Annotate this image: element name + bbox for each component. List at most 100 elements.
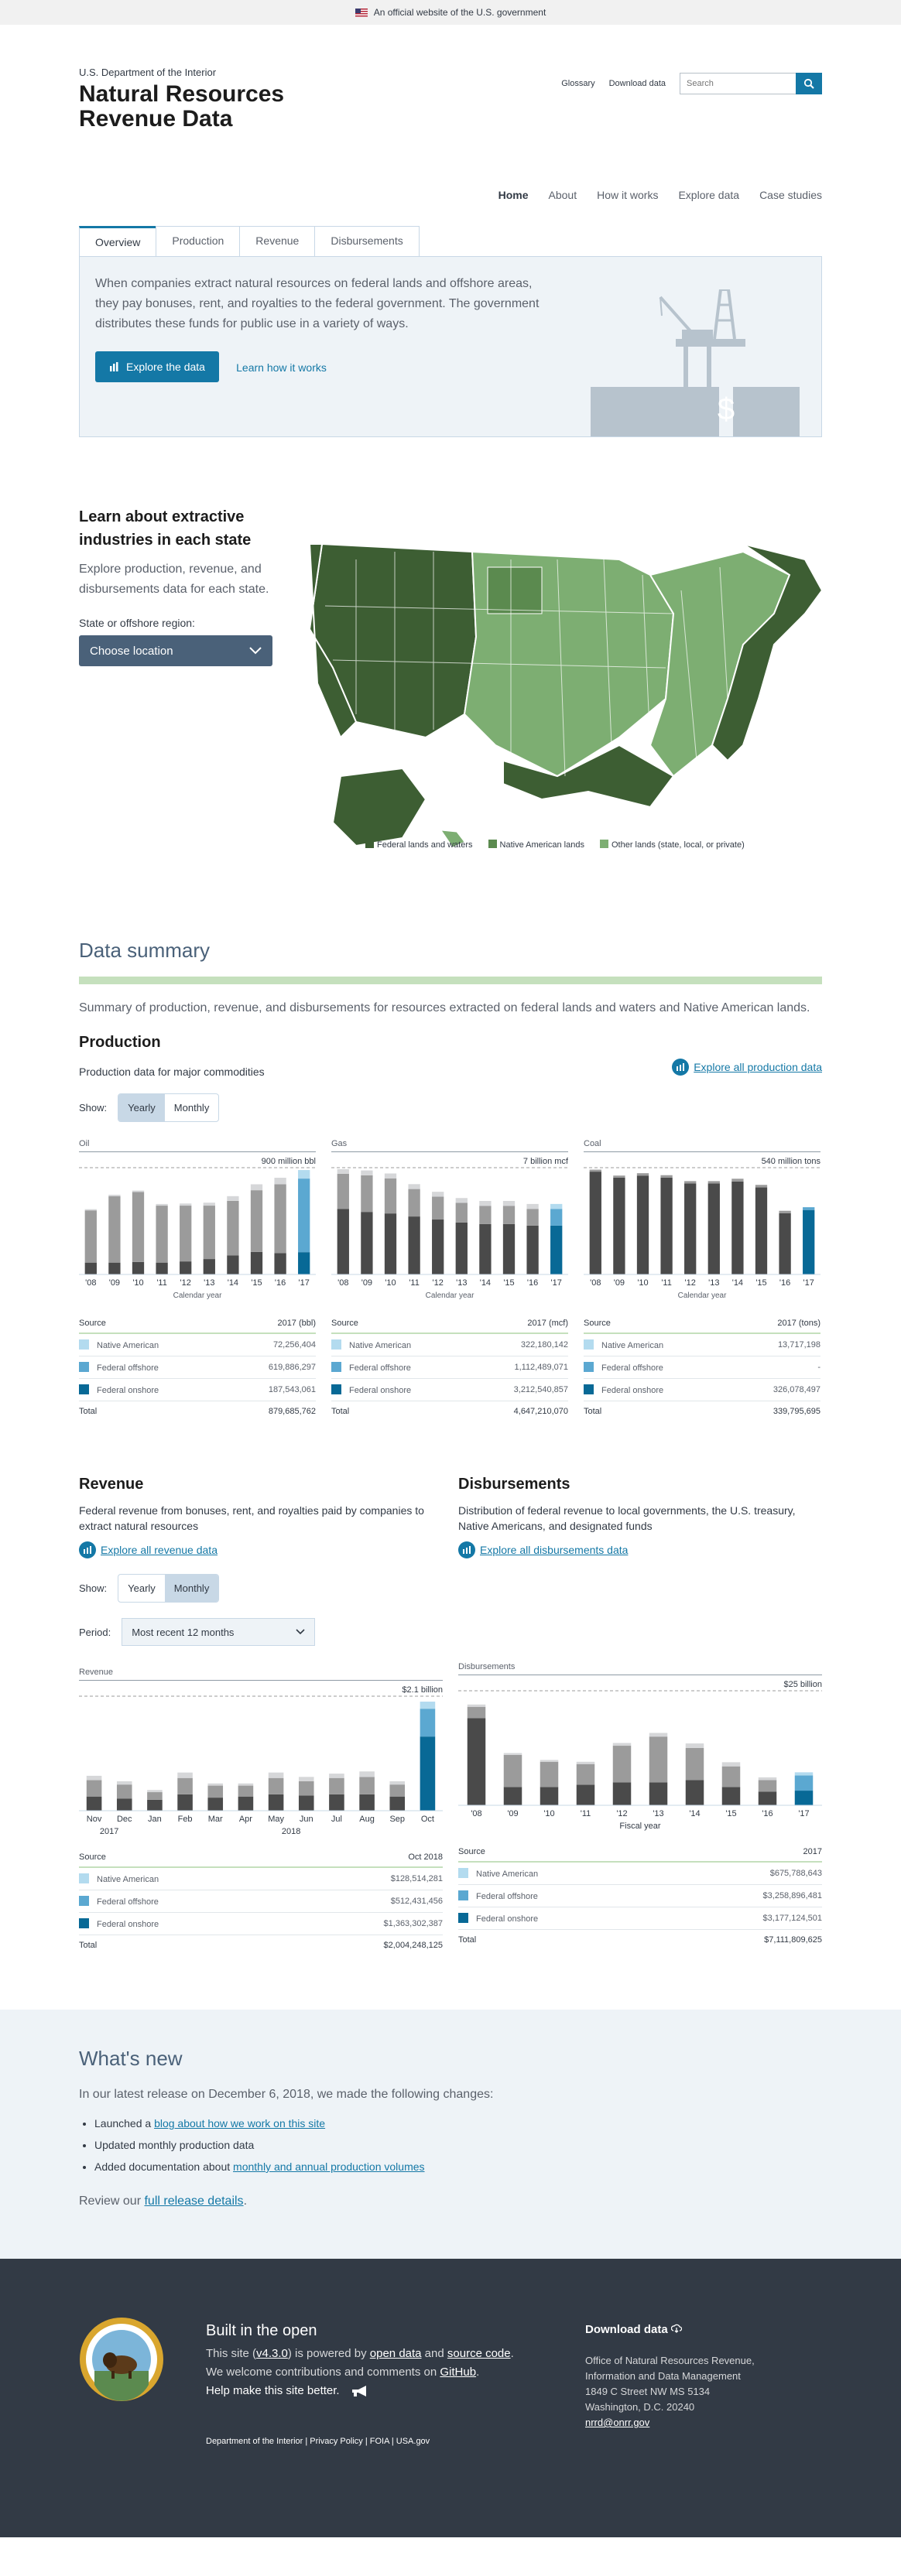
email-link[interactable]: nrrd@onrr.gov: [585, 2417, 649, 2428]
bar-native-american[interactable]: [132, 1190, 145, 1192]
bar-federal-onshore[interactable]: [550, 1225, 563, 1274]
bar-federal-onshore[interactable]: [755, 1187, 768, 1274]
bar-native-american[interactable]: [794, 1772, 814, 1776]
tab-production[interactable]: Production: [156, 226, 241, 256]
bar-federal-offshore[interactable]: [794, 1775, 814, 1791]
bar-federal-onshore[interactable]: [758, 1791, 777, 1805]
bar-federal-onshore[interactable]: [721, 1787, 741, 1805]
bar-federal-offshore[interactable]: [455, 1202, 468, 1223]
bar-federal-onshore[interactable]: [337, 1209, 349, 1274]
bar-native-american[interactable]: [238, 1783, 254, 1786]
bar-federal-offshore[interactable]: [132, 1192, 145, 1262]
bar-federal-onshore[interactable]: [203, 1259, 215, 1274]
bar-federal-offshore[interactable]: [721, 1766, 741, 1787]
bar-federal-offshore[interactable]: [389, 1784, 406, 1797]
bar-federal-offshore[interactable]: [359, 1777, 375, 1794]
bar-federal-onshore[interactable]: [503, 1787, 522, 1805]
nav-home[interactable]: Home: [498, 189, 529, 201]
bar-federal-offshore[interactable]: [207, 1785, 224, 1798]
oil-chart[interactable]: 900 million bbl '08 '09 '10 '11 '12 '13 '14 '15 '…: [79, 1152, 316, 1291]
bar-federal-onshore[interactable]: [502, 1223, 516, 1274]
learn-how-it-works-link[interactable]: Learn how it works: [236, 361, 327, 374]
disbursements-chart[interactable]: $25 billion '08 '09 '10 '11 '12 '13 '14 '15 '16 '1…: [458, 1675, 822, 1838]
bar-native-american[interactable]: [503, 1753, 522, 1755]
bar-native-american[interactable]: [116, 1781, 132, 1785]
bar-federal-onshore[interactable]: [779, 1213, 791, 1274]
glossary-link[interactable]: Glossary: [561, 79, 594, 88]
toggle-yearly[interactable]: Yearly: [118, 1575, 165, 1602]
bar-native-american[interactable]: [203, 1202, 215, 1206]
bar-federal-offshore[interactable]: [147, 1792, 163, 1800]
bar-native-american[interactable]: [298, 1777, 314, 1781]
bar-federal-onshore[interactable]: [116, 1798, 132, 1811]
bar-native-american[interactable]: [389, 1781, 406, 1785]
bar-native-american[interactable]: [540, 1760, 559, 1762]
bar-native-american[interactable]: [758, 1777, 777, 1781]
bar-federal-onshore[interactable]: [147, 1799, 163, 1811]
bar-native-american[interactable]: [467, 1704, 486, 1707]
bar-native-american[interactable]: [337, 1168, 349, 1174]
bar-federal-onshore[interactable]: [540, 1787, 559, 1805]
gas-chart[interactable]: 7 billion mcf '08 '09 '10 '11 '12 '13 '14 '15 '16…: [331, 1152, 568, 1291]
bar-native-american[interactable]: [526, 1203, 539, 1209]
bar-federal-offshore[interactable]: [108, 1196, 121, 1263]
bar-native-american[interactable]: [268, 1772, 284, 1778]
search-input[interactable]: [680, 73, 796, 94]
bar-federal-onshore[interactable]: [612, 1782, 632, 1805]
revenue-chart[interactable]: $2.1 billion Nov Dec Jan Feb Mar Apr May Jun Jul A…: [79, 1681, 443, 1843]
bar-native-american[interactable]: [479, 1200, 492, 1206]
bar-native-american[interactable]: [227, 1196, 239, 1201]
bar-federal-onshore[interactable]: [526, 1225, 539, 1274]
toggle-yearly[interactable]: Yearly: [118, 1094, 165, 1121]
bar-federal-onshore[interactable]: [432, 1220, 444, 1274]
bar-federal-onshore[interactable]: [361, 1212, 373, 1274]
bar-federal-onshore[interactable]: [180, 1261, 192, 1274]
bar-federal-onshore[interactable]: [389, 1796, 406, 1811]
production-volumes-link[interactable]: monthly and annual production volumes: [233, 2160, 425, 2173]
bar-federal-offshore[interactable]: [384, 1178, 397, 1214]
bar-federal-onshore[interactable]: [636, 1175, 649, 1274]
bar-federal-offshore[interactable]: [467, 1706, 486, 1719]
version-link[interactable]: v4.3.0: [256, 2347, 288, 2360]
bar-native-american[interactable]: [649, 1733, 668, 1737]
bar-federal-onshore[interactable]: [298, 1252, 310, 1274]
bar-federal-onshore[interactable]: [108, 1262, 121, 1274]
bar-native-american[interactable]: [731, 1179, 744, 1182]
bar-federal-offshore[interactable]: [420, 1709, 436, 1737]
bar-federal-onshore[interactable]: [384, 1213, 397, 1274]
bar-native-american[interactable]: [550, 1203, 563, 1209]
bar-federal-offshore[interactable]: [177, 1777, 193, 1794]
bar-federal-offshore[interactable]: [180, 1206, 192, 1262]
search-button[interactable]: [796, 73, 822, 94]
bar-federal-onshore[interactable]: [731, 1181, 744, 1274]
github-link[interactable]: GitHub: [440, 2366, 476, 2379]
bar-federal-onshore[interactable]: [660, 1177, 673, 1274]
bar-federal-offshore[interactable]: [203, 1206, 215, 1260]
download-data-link[interactable]: Download data: [609, 79, 666, 88]
bar-native-american[interactable]: [359, 1771, 375, 1777]
bar-native-american[interactable]: [177, 1772, 193, 1778]
bar-federal-offshore[interactable]: [408, 1189, 420, 1217]
location-select[interactable]: Choose location: [79, 635, 272, 666]
bar-federal-onshore[interactable]: [250, 1251, 263, 1274]
bar-federal-onshore[interactable]: [207, 1798, 224, 1811]
bar-federal-onshore[interactable]: [613, 1177, 625, 1274]
toggle-monthly[interactable]: Monthly: [164, 1575, 219, 1602]
bar-federal-offshore[interactable]: [526, 1209, 539, 1226]
bar-native-american[interactable]: [156, 1203, 168, 1206]
bar-federal-onshore[interactable]: [420, 1736, 436, 1811]
source-code-link[interactable]: source code: [447, 2347, 511, 2360]
bar-native-american[interactable]: [329, 1774, 344, 1778]
bar-federal-offshore[interactable]: [329, 1777, 344, 1794]
help-link[interactable]: Help make this site better.: [206, 2382, 570, 2400]
bar-federal-onshore[interactable]: [359, 1794, 375, 1811]
explore-disbursements-link[interactable]: Explore all disbursements data: [458, 1541, 628, 1558]
coal-chart[interactable]: 540 million tons '08 '09 '10 '11 '12 '13 '14 '15…: [584, 1152, 820, 1291]
bar-federal-offshore[interactable]: [758, 1780, 777, 1792]
bar-federal-onshore[interactable]: [156, 1262, 168, 1274]
bar-federal-offshore[interactable]: [502, 1206, 516, 1224]
bar-federal-offshore[interactable]: [576, 1764, 595, 1785]
bar-native-american[interactable]: [684, 1181, 697, 1184]
open-data-link[interactable]: open data: [370, 2347, 422, 2360]
bar-native-american[interactable]: [755, 1185, 768, 1188]
